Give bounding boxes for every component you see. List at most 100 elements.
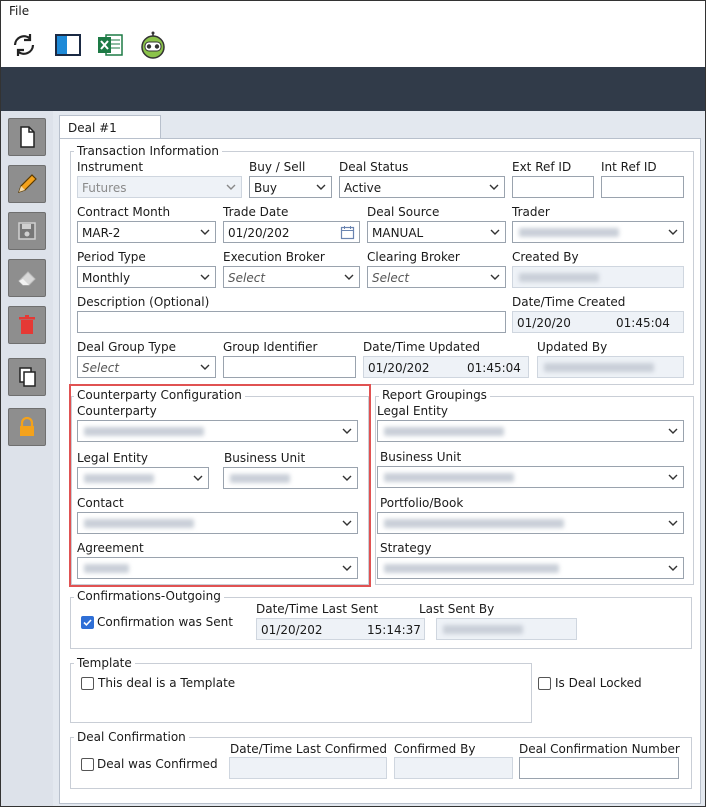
chevron-down-icon [668, 428, 678, 434]
redacted-value [544, 363, 654, 372]
chevron-down-icon [668, 565, 678, 571]
is-deal-locked-label: Is Deal Locked [555, 676, 642, 690]
chevron-down-icon [200, 229, 210, 235]
clearing-broker-select[interactable]: Select [367, 266, 506, 288]
trade-date-label: Trade Date [223, 205, 289, 219]
delete-trash-icon[interactable] [8, 306, 46, 344]
last-sent-by-field [436, 618, 577, 640]
excel-icon[interactable] [96, 31, 126, 59]
redacted-value [384, 564, 559, 573]
calendar-icon[interactable] [340, 225, 355, 240]
chevron-down-icon [489, 184, 499, 190]
redacted-value [519, 228, 619, 237]
contract-month-select[interactable]: MAR-2 [77, 221, 216, 243]
trader-select[interactable] [512, 221, 684, 243]
period-type-label: Period Type [77, 250, 146, 264]
panel-icon[interactable] [53, 31, 83, 59]
created-by-field [512, 266, 684, 288]
lock-icon[interactable] [8, 408, 46, 446]
tab-deal-label: Deal #1 [68, 121, 117, 135]
deal-confirmation-number-label: Deal Confirmation Number [519, 742, 680, 756]
rg-legal-entity-label: Legal Entity [377, 404, 449, 418]
chevron-down-icon [668, 229, 678, 235]
refresh-icon[interactable] [9, 31, 39, 59]
last-sent-by-label: Last Sent By [419, 602, 495, 616]
deal-status-select[interactable]: Active [339, 176, 505, 198]
created-by-label: Created By [512, 250, 579, 264]
buy-sell-label: Buy / Sell [249, 160, 306, 174]
deal-status-label: Deal Status [339, 160, 409, 174]
robot-icon[interactable] [138, 31, 168, 59]
app-window: File Deal #1 Transaction Information Ins… [0, 0, 706, 807]
updated-by-field [537, 356, 684, 378]
trade-date-input[interactable]: 01/20/202 [223, 221, 360, 243]
deal-confirmation-title: Deal Confirmation [74, 730, 189, 744]
chevron-down-icon [668, 474, 678, 480]
confirmation-sent-label: Confirmation was Sent [97, 615, 233, 629]
deal-source-label: Deal Source [367, 205, 440, 219]
description-label: Description (Optional) [77, 295, 210, 309]
highlight-box [69, 384, 371, 587]
save-disk-icon[interactable] [8, 212, 46, 250]
deal-confirmation-number-input[interactable] [519, 757, 679, 779]
date-time-updated-label: Date/Time Updated [363, 340, 480, 354]
description-input[interactable] [77, 311, 506, 333]
edit-pencil-icon[interactable] [8, 165, 46, 203]
contract-month-label: Contract Month [77, 205, 171, 219]
eraser-icon[interactable] [8, 259, 46, 297]
date-time-last-confirmed-field [229, 757, 387, 779]
is-template-checkbox[interactable] [81, 677, 94, 690]
execution-broker-select[interactable]: Select [223, 266, 360, 288]
copy-icon[interactable] [8, 358, 46, 396]
clearing-broker-label: Clearing Broker [367, 250, 460, 264]
ext-ref-input[interactable] [512, 176, 594, 198]
date-time-created-label: Date/Time Created [512, 295, 626, 309]
chevron-down-icon [344, 274, 354, 280]
trader-label: Trader [512, 205, 550, 219]
portfolio-book-select[interactable] [377, 512, 684, 534]
chevron-down-icon [316, 184, 326, 190]
redacted-value [519, 273, 599, 282]
new-document-icon[interactable] [8, 118, 46, 156]
instrument-select[interactable]: Futures [77, 176, 242, 198]
chevron-down-icon [200, 274, 210, 280]
chevron-down-icon [490, 229, 500, 235]
rg-business-unit-select[interactable] [377, 466, 684, 488]
toolbar [1, 21, 705, 67]
strategy-select[interactable] [377, 557, 684, 579]
confirmed-by-field [394, 757, 513, 779]
group-identifier-input[interactable] [223, 356, 356, 378]
int-ref-input[interactable] [601, 176, 684, 198]
int-ref-label: Int Ref ID [601, 160, 657, 174]
rg-legal-entity-select[interactable] [377, 420, 684, 442]
menu-file[interactable]: File [9, 4, 29, 18]
deal-confirmed-checkbox[interactable] [81, 758, 94, 771]
date-time-updated-field: 01/20/202 01:45:04 [363, 356, 529, 378]
chevron-down-icon [226, 184, 236, 190]
header-band [1, 67, 705, 111]
date-time-last-sent-field: 01/20/202 15:14:37 [256, 618, 425, 640]
date-time-created-field: 01/20/20 01:45:04 [512, 311, 684, 333]
strategy-label: Strategy [380, 541, 432, 555]
is-deal-locked-checkbox[interactable] [538, 677, 551, 690]
period-type-select[interactable]: Monthly [77, 266, 216, 288]
deal-source-select[interactable]: MANUAL [367, 221, 506, 243]
group-identifier-label: Group Identifier [223, 340, 318, 354]
ext-ref-label: Ext Ref ID [512, 160, 572, 174]
deal-group-type-label: Deal Group Type [77, 340, 177, 354]
confirmations-outgoing-title: Confirmations-Outgoing [74, 589, 224, 603]
redacted-value [384, 519, 564, 528]
report-groupings-title: Report Groupings [379, 388, 490, 402]
updated-by-label: Updated By [537, 340, 608, 354]
instrument-label: Instrument [77, 160, 144, 174]
rg-business-unit-label: Business Unit [380, 450, 462, 464]
tab-deal[interactable]: Deal #1 [59, 115, 161, 140]
confirmation-sent-checkbox[interactable] [81, 616, 94, 629]
template-title: Template [74, 656, 135, 670]
template-group [70, 663, 532, 723]
buy-sell-select[interactable]: Buy [249, 176, 332, 198]
deal-confirmed-label: Deal was Confirmed [97, 757, 218, 771]
deal-group-type-select[interactable]: Select [77, 356, 216, 378]
portfolio-book-label: Portfolio/Book [380, 496, 464, 510]
date-time-last-confirmed-label: Date/Time Last Confirmed [230, 742, 388, 756]
